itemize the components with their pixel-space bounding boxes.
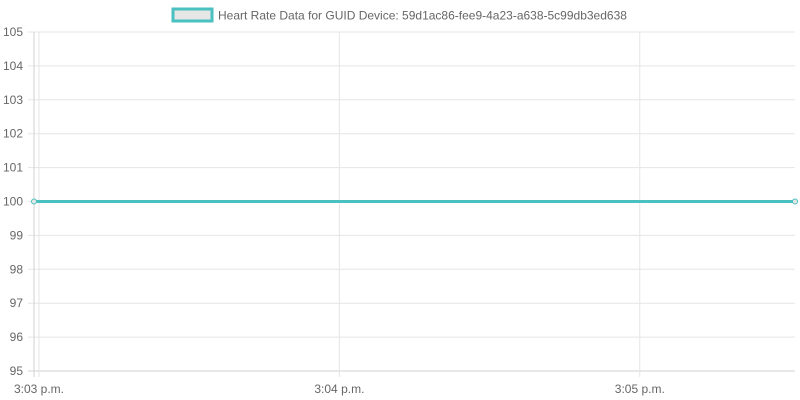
legend-label: Heart Rate Data for GUID Device: 59d1ac8…	[218, 9, 627, 23]
y-tick-label: 102	[3, 127, 23, 141]
data-point[interactable]	[31, 198, 37, 205]
y-tick-label: 100	[3, 195, 23, 209]
y-tick-label: 101	[3, 161, 23, 175]
y-tick-label: 105	[3, 25, 23, 39]
chart-legend[interactable]: Heart Rate Data for GUID Device: 59d1ac8…	[171, 7, 627, 23]
y-axis-ticks: 95 96 97 98 99 100 101 102 103 104 105	[3, 25, 23, 378]
x-tick-label: 3:03 p.m.	[14, 382, 64, 396]
data-point[interactable]	[792, 198, 798, 205]
y-tick-label: 95	[10, 364, 24, 378]
chart-canvas: Heart Rate Data for GUID Device: 59d1ac8…	[3, 7, 798, 396]
grid-lines	[28, 31, 795, 377]
x-axis-ticks: 3:03 p.m. 3:04 p.m. 3:05 p.m.	[14, 382, 665, 396]
x-tick-label: 3:05 p.m.	[615, 382, 665, 396]
x-tick-label: 3:04 p.m.	[314, 382, 364, 396]
heart-rate-chart: Heart Rate Data for GUID Device: 59d1ac8…	[0, 0, 800, 400]
series-layer	[31, 198, 798, 205]
y-tick-label: 96	[10, 330, 24, 344]
legend-swatch[interactable]	[171, 7, 214, 23]
y-tick-label: 99	[10, 228, 24, 242]
y-tick-label: 103	[3, 93, 23, 107]
y-tick-label: 97	[10, 296, 24, 310]
y-tick-label: 98	[10, 262, 24, 276]
y-tick-label: 104	[3, 59, 23, 73]
